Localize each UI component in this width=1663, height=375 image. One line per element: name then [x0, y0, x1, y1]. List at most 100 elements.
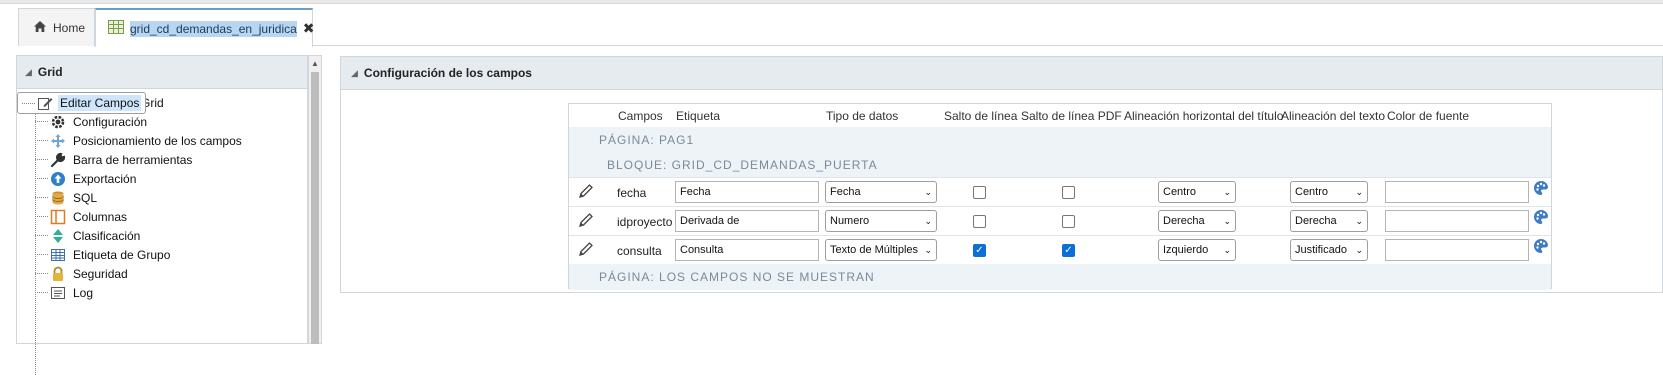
- alin-titulo-select[interactable]: Centro ⌄: [1158, 181, 1236, 203]
- header-etiqueta: Etiqueta: [676, 109, 721, 123]
- lock-icon: [50, 266, 66, 282]
- left-panel: ◢ Grid Módulos del Grid Configuración Ed…: [16, 55, 308, 375]
- hidden-fields-band: PÁGINA: LOS CAMPOS NO SE MUESTRAN: [569, 264, 1551, 290]
- export-icon: [50, 171, 66, 187]
- table-row: fecha Fecha Fecha ⌄ Centro ⌄ Centro ⌄: [569, 177, 1551, 206]
- salto-pdf-checkbox[interactable]: ✓: [1062, 244, 1075, 257]
- etiqueta-input[interactable]: Fecha: [675, 181, 819, 203]
- tree-item-barra[interactable]: Barra de herramientas: [17, 150, 307, 169]
- home-icon: [33, 20, 47, 36]
- tab-home-label: Home: [53, 20, 86, 35]
- top-strip: [0, 0, 1663, 4]
- grid-header: Campos Etiqueta Tipo de datos Salto de l…: [569, 104, 1551, 126]
- block-band: BLOQUE: GRID_CD_DEMANDAS_PUERTA: [569, 152, 1551, 178]
- scroll-thumb[interactable]: [311, 72, 319, 344]
- select-value: Justificado: [1295, 244, 1347, 256]
- move-icon: [50, 133, 66, 149]
- tree-item-label: Barra de herramientas: [73, 152, 193, 167]
- tree-item-sql[interactable]: SQL: [17, 188, 307, 207]
- gear-icon: [50, 114, 66, 130]
- left-panel-scrollbar[interactable]: ▲: [308, 55, 322, 344]
- tree-item-etiqueta-grupo[interactable]: Etiqueta de Grupo: [17, 245, 307, 264]
- color-input[interactable]: [1385, 210, 1529, 232]
- collapse-icon[interactable]: ◢: [25, 67, 32, 78]
- tree-item-seguridad[interactable]: Seguridad: [17, 264, 307, 283]
- collapse-icon[interactable]: ◢: [351, 68, 358, 79]
- tree-item-label: Log: [73, 285, 94, 300]
- pencil-icon[interactable]: [578, 241, 594, 257]
- tab-home[interactable]: Home: [18, 8, 95, 46]
- tipo-select[interactable]: Fecha ⌄: [825, 181, 937, 203]
- tree-item-posicionamiento[interactable]: Posicionamiento de los campos: [17, 131, 307, 150]
- tree-item-label: Columnas: [73, 209, 128, 224]
- tipo-select[interactable]: Numero ⌄: [825, 210, 937, 232]
- field-name: idproyecto: [617, 215, 673, 229]
- database-icon: [50, 190, 66, 206]
- table-row: idproyecto Derivada de Numero ⌄ Derecha ⌄ …: [569, 206, 1551, 235]
- color-input[interactable]: [1385, 181, 1529, 203]
- header-alin-titulo: Alineación horizontal del título: [1124, 109, 1284, 123]
- select-value: Izquierdo: [1163, 244, 1209, 256]
- block-label: BLOQUE: GRID_CD_DEMANDAS_PUERTA: [607, 158, 878, 172]
- tree-item-label: Clasificación: [73, 228, 141, 243]
- columns-icon: [50, 209, 66, 225]
- salto-checkbox[interactable]: [973, 215, 986, 228]
- tree-item-clasificacion[interactable]: Clasificación: [17, 226, 307, 245]
- palette-icon[interactable]: [1533, 180, 1549, 196]
- tree-item-log[interactable]: Log: [17, 283, 307, 302]
- tree-connector: [22, 102, 35, 104]
- fields-grid: Campos Etiqueta Tipo de datos Salto de l…: [568, 103, 1552, 290]
- etiqueta-input[interactable]: Consulta: [675, 239, 819, 261]
- palette-icon[interactable]: [1533, 209, 1549, 225]
- etiqueta-input[interactable]: Derivada de: [675, 210, 819, 232]
- alin-titulo-select[interactable]: Izquierdo ⌄: [1158, 239, 1236, 261]
- alin-texto-select[interactable]: Derecha ⌄: [1290, 210, 1368, 232]
- header-campos: Campos: [618, 109, 663, 123]
- table-row: consulta Consulta Texto de Múltiples ⌄ ✓ …: [569, 235, 1551, 264]
- log-icon: [50, 285, 66, 301]
- chevron-down-icon: ⌄: [1355, 215, 1363, 226]
- right-panel-header[interactable]: ◢ Configuración de los campos: [341, 57, 1662, 90]
- alin-titulo-select[interactable]: Derecha ⌄: [1158, 210, 1236, 232]
- chevron-down-icon: ⌄: [924, 244, 932, 255]
- tree-connector: [35, 159, 48, 160]
- chevron-down-icon: ⌄: [1223, 244, 1231, 255]
- alin-texto-select[interactable]: Centro ⌄: [1290, 181, 1368, 203]
- header-color: Color de fuente: [1387, 109, 1470, 123]
- pencil-icon[interactable]: [578, 183, 594, 199]
- palette-icon[interactable]: [1533, 238, 1549, 254]
- tab-grid-cd-demandas[interactable]: grid_cd_demandas_en_juridica ✖: [95, 8, 315, 47]
- header-salto: Salto de línea: [944, 109, 1018, 123]
- select-value: Derecha: [1295, 215, 1337, 227]
- tree-item-configuracion[interactable]: Configuración: [17, 112, 307, 131]
- tree-item-label: Seguridad: [73, 266, 128, 281]
- tipo-select[interactable]: Texto de Múltiples ⌄: [825, 239, 937, 261]
- header-salto-pdf: Salto de línea PDF: [1021, 109, 1122, 123]
- table-icon: [50, 247, 66, 263]
- tree-connector: [35, 121, 48, 122]
- tree-item-exportacion[interactable]: Exportación: [17, 169, 307, 188]
- tree-item-label: SQL: [73, 190, 98, 205]
- chevron-down-icon: ⌄: [924, 215, 932, 226]
- tree-item-label: Exportación: [73, 171, 137, 186]
- tree-item-columnas[interactable]: Columnas: [17, 207, 307, 226]
- alin-texto-select[interactable]: Justificado ⌄: [1290, 239, 1368, 261]
- tree-item-editar-campos[interactable]: Editar Campos: [17, 92, 147, 114]
- tree-connector: [35, 292, 48, 293]
- salto-pdf-checkbox[interactable]: [1062, 186, 1075, 199]
- chevron-down-icon: ⌄: [1355, 186, 1363, 197]
- tree-item-label: Posicionamiento de los campos: [73, 133, 242, 148]
- hidden-fields-label: PÁGINA: LOS CAMPOS NO SE MUESTRAN: [599, 270, 875, 284]
- tree-item-label: Etiqueta de Grupo: [73, 247, 171, 262]
- tree-connector: [35, 140, 48, 141]
- pencil-icon[interactable]: [578, 212, 594, 228]
- salto-pdf-checkbox[interactable]: [1062, 215, 1075, 228]
- salto-checkbox[interactable]: ✓: [973, 244, 986, 257]
- left-panel-header[interactable]: ◢ Grid: [17, 56, 307, 89]
- close-icon[interactable]: ✖: [303, 20, 315, 37]
- color-input[interactable]: [1385, 239, 1529, 261]
- scroll-up-icon[interactable]: ▲: [311, 59, 319, 68]
- salto-checkbox[interactable]: [973, 186, 986, 199]
- page-label: PÁGINA: PAG1: [599, 133, 695, 147]
- chevron-down-icon: ⌄: [1223, 215, 1231, 226]
